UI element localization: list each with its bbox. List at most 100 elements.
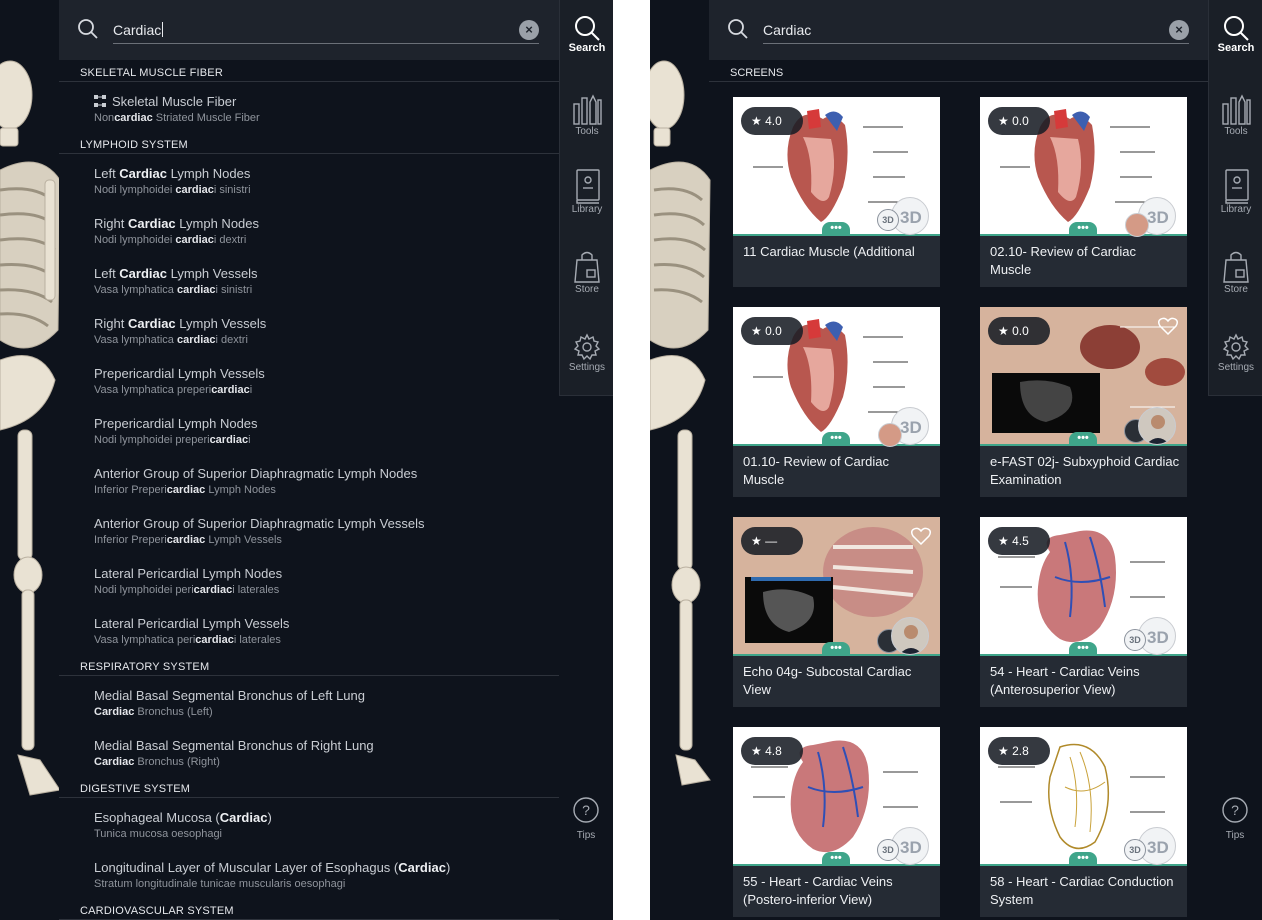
- favorite-heart-icon[interactable]: [1158, 107, 1178, 125]
- more-options-button[interactable]: •••: [1069, 852, 1097, 866]
- result-item[interactable]: Anterior Group of Superior Diaphragmatic…: [59, 454, 559, 504]
- rail-search[interactable]: Search: [1209, 14, 1262, 54]
- match-highlight: Cardiac: [119, 266, 167, 281]
- favorite-heart-icon[interactable]: [911, 317, 931, 335]
- screen-card[interactable]: ★ 4.5 ••• 3D 3D 54 - Heart - Cardiac Veins (…: [980, 517, 1187, 707]
- text-run: Skeletal Muscle Fiber: [112, 94, 237, 109]
- text-run: Anterior Group of Superior Diaphragmatic…: [94, 516, 425, 531]
- result-title: Medial Basal Segmental Bronchus of Right…: [94, 738, 559, 754]
- favorite-heart-icon[interactable]: [1158, 527, 1178, 545]
- screen-card[interactable]: ★ 4.0 ••• 3D 3D 11 Cardiac Muscle (Additiona…: [733, 97, 940, 287]
- search-input[interactable]: Cardiac: [113, 20, 539, 44]
- screen-card-title: 55 - Heart - Cardiac Veins (Postero-infe…: [743, 874, 893, 907]
- result-item[interactable]: Prepericardial Lymph Nodes Nodi lymphoide…: [59, 404, 559, 454]
- result-item[interactable]: Anterior Group of Superior Diaphragmatic…: [59, 504, 559, 554]
- side-rail: Search Tools Library Store Settings: [1208, 0, 1262, 396]
- result-item[interactable]: Lateral Pericardial Lymph Nodes Nodi lymp…: [59, 554, 559, 604]
- more-options-button[interactable]: •••: [822, 432, 850, 446]
- text-run: Right: [94, 316, 128, 331]
- screen-card[interactable]: ★ 4.8 ••• 3D 3D 55 - Heart - Cardiac Veins (…: [733, 727, 940, 917]
- result-item[interactable]: Skeletal Muscle Fiber Noncardiac Striated…: [59, 82, 559, 132]
- screen-card[interactable]: ★ 0.0•••3De-FAST 02j- Subxyphoid Cardiac…: [980, 307, 1187, 497]
- result-item[interactable]: Lateral Pericardial Lymph Vessels Vasa ly…: [59, 604, 559, 654]
- match-highlight: Cardiac: [94, 756, 135, 768]
- result-title: Left Cardiac Lymph Nodes: [94, 166, 559, 182]
- text-run: Striated Muscle Fiber: [152, 112, 260, 124]
- text-run: Bronchus (Left): [134, 706, 213, 718]
- category-header: CARDIOVASCULAR SYSTEM: [59, 898, 559, 920]
- more-options-button[interactable]: •••: [822, 852, 850, 866]
- text-run: Nodi lymphoidei peri: [94, 584, 194, 596]
- screen-card[interactable]: ★ 0.0 ••• 3D 02.10- Review of Cardiac Muscl…: [980, 97, 1187, 287]
- more-options-button[interactable]: •••: [1069, 642, 1097, 656]
- favorite-heart-icon[interactable]: [1158, 737, 1178, 755]
- result-item[interactable]: Esophageal Mucosa (Cardiac) Tunica mucosa…: [59, 798, 559, 848]
- tips-button[interactable]: ? Tips: [1208, 796, 1262, 841]
- text-run: i: [248, 434, 251, 446]
- library-icon: [576, 169, 600, 204]
- result-item[interactable]: Prepericardial Lymph Vessels Vasa lymphat…: [59, 354, 559, 404]
- text-run: i laterales: [232, 584, 280, 596]
- text-run: Lymph Vessels: [167, 266, 258, 281]
- match-highlight: cardiac: [166, 534, 206, 546]
- rail-store[interactable]: Store: [560, 250, 613, 295]
- skeleton-model: [650, 60, 711, 786]
- svg-text:?: ?: [582, 802, 590, 818]
- tips-button[interactable]: ? Tips: [559, 796, 613, 841]
- result-item[interactable]: Left Cardiac Lymph Vessels Vasa lymphatic…: [59, 254, 559, 304]
- screen-card[interactable]: ★ 2.8 ••• 3D 3D 58 - Heart - Cardiac Conduct…: [980, 727, 1187, 917]
- rail-library[interactable]: Library: [560, 168, 613, 215]
- 3d-label: 3D: [1147, 838, 1169, 857]
- result-subtitle: Vasa lymphatica cardiaci sinistri: [94, 283, 559, 297]
- author-avatar: [1138, 407, 1176, 445]
- 3d-mini-badge: 3D: [877, 209, 899, 231]
- rail-tools[interactable]: Tools: [1209, 94, 1262, 137]
- result-item[interactable]: Left Cardiac Lymph Nodes Nodi lymphoidei …: [59, 154, 559, 204]
- favorite-heart-icon[interactable]: [911, 527, 931, 545]
- author-avatar: [891, 617, 929, 655]
- favorite-heart-icon[interactable]: [911, 737, 931, 755]
- match-highlight: cardiac: [175, 234, 214, 246]
- result-title: Anterior Group of Superior Diaphragmatic…: [94, 466, 559, 482]
- result-item[interactable]: Right Cardiac Lymph Vessels Vasa lymphati…: [59, 304, 559, 354]
- rail-search-label: Search: [568, 42, 606, 54]
- text-run: Prepericardial Lymph Nodes: [94, 416, 258, 431]
- clear-search-button[interactable]: ×: [519, 20, 539, 40]
- text-run: ): [445, 860, 451, 875]
- rail-tools[interactable]: Tools: [560, 94, 613, 137]
- favorite-heart-icon[interactable]: [911, 107, 931, 125]
- more-options-button[interactable]: •••: [822, 642, 850, 656]
- screen-card[interactable]: ★ 0.0 ••• 3D 01.10- Review of Cardiac Muscl…: [733, 307, 940, 497]
- rail-search[interactable]: Search: [560, 14, 613, 54]
- panel-divider: [613, 0, 650, 920]
- category-header: DIGESTIVE SYSTEM: [59, 776, 559, 798]
- result-item[interactable]: Longitudinal Layer of Muscular Layer of …: [59, 848, 559, 898]
- rail-settings-label: Settings: [568, 362, 606, 373]
- favorite-heart-icon[interactable]: [1158, 317, 1178, 335]
- search-icon: [1224, 16, 1249, 41]
- search-input[interactable]: Cardiac: [763, 20, 1189, 44]
- rating-value: 0.0: [1012, 114, 1029, 128]
- star-icon: ★: [751, 114, 766, 128]
- more-options-button[interactable]: •••: [1069, 432, 1097, 446]
- 3d-label: 3D: [1147, 628, 1169, 647]
- result-item[interactable]: Medial Basal Segmental Bronchus of Right…: [59, 726, 559, 776]
- result-subtitle: Cardiac Bronchus (Left): [94, 705, 559, 719]
- rail-settings[interactable]: Settings: [560, 332, 613, 373]
- rail-store[interactable]: Store: [1209, 250, 1262, 295]
- search-icon: [575, 16, 600, 41]
- result-item[interactable]: Right Cardiac Lymph Nodes Nodi lymphoidei…: [59, 204, 559, 254]
- more-options-button[interactable]: •••: [1069, 222, 1097, 236]
- more-options-button[interactable]: •••: [822, 222, 850, 236]
- clear-search-button[interactable]: ×: [1169, 20, 1189, 40]
- match-highlight: cardiac: [211, 384, 250, 396]
- text-run: i dextri: [215, 334, 248, 346]
- rating-value: 0.0: [765, 324, 782, 338]
- rail-settings[interactable]: Settings: [1209, 332, 1262, 373]
- text-run: Vasa lymphatica peri: [94, 634, 196, 646]
- rail-library[interactable]: Library: [1209, 168, 1262, 215]
- result-item[interactable]: Medial Basal Segmental Bronchus of Left …: [59, 676, 559, 726]
- result-title: Esophageal Mucosa (Cardiac): [94, 810, 559, 826]
- screen-card[interactable]: ★ —•••3DEcho 04g- Subcostal Cardiac View: [733, 517, 940, 707]
- text-run: Anterior Group of Superior Diaphragmatic…: [94, 466, 418, 481]
